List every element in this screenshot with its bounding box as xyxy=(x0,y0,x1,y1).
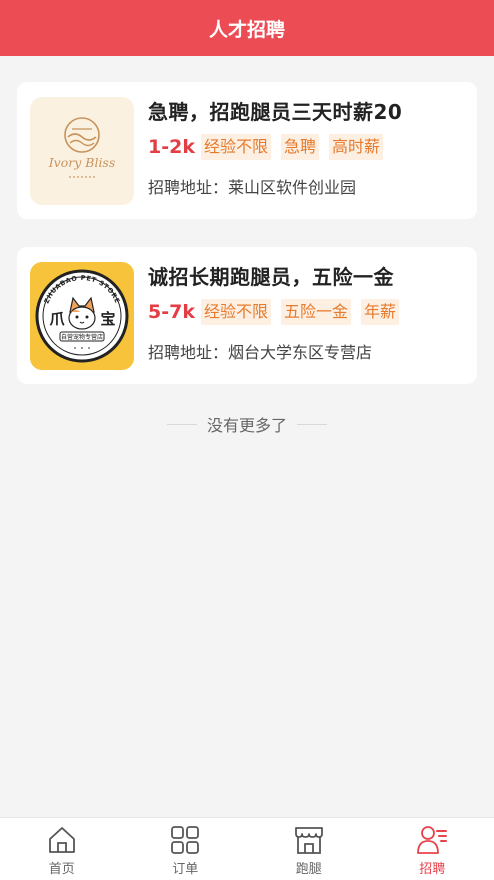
zhuabao-logo-ribbon: 自营宠物专营店 xyxy=(61,333,103,341)
zhuabao-pet-store-logo: ZHUABAO PET STORE 爪 宝 自营宠物专营店 xyxy=(30,262,134,370)
top-navigation-bar: 人才招聘 xyxy=(0,0,494,56)
address-label: 招聘地址： xyxy=(148,178,229,197)
tab-label: 跑腿 xyxy=(295,862,322,877)
ivory-bliss-logo-text: Ivory Bliss xyxy=(48,155,116,170)
divider xyxy=(297,423,327,425)
tab-label: 订单 xyxy=(172,862,199,877)
job-tag: 五险一金 xyxy=(280,299,351,325)
address-value: 烟台大学东区专营店 xyxy=(228,343,373,362)
tab-label: 招聘 xyxy=(419,862,446,877)
home-icon xyxy=(48,827,75,853)
page-title: 人才招聘 xyxy=(208,18,285,41)
job-card[interactable]: ZHUABAO PET STORE 爪 宝 自营宠物专营店 诚招长期跑腿员，五险… xyxy=(17,247,477,384)
no-more-text: 没有更多了 xyxy=(206,416,287,435)
salary: 5-7k xyxy=(148,301,195,323)
tab-label: 首页 xyxy=(48,862,75,877)
tab-orders[interactable]: 订单 xyxy=(124,818,248,880)
job-title: 急聘，招跑腿员三天时薪20 xyxy=(148,100,403,124)
job-card[interactable]: Ivory Bliss 急聘，招跑腿员三天时薪20 1-2k 经验不限 急聘 高… xyxy=(17,82,477,219)
address-label: 招聘地址： xyxy=(148,343,229,362)
job-tags: 5-7k 经验不限 五险一金 年薪 xyxy=(148,299,409,325)
job-tag: 高时薪 xyxy=(329,134,384,160)
tab-recruitment[interactable]: 招聘 xyxy=(371,818,494,880)
no-more-indicator: 没有更多了 xyxy=(0,412,494,436)
address-value: 莱山区软件创业园 xyxy=(228,178,357,197)
shop-icon xyxy=(294,827,323,854)
job-address: 招聘地址： 烟台大学东区专营店 xyxy=(148,339,372,363)
job-tag: 经验不限 xyxy=(200,134,271,160)
tab-home[interactable]: 首页 xyxy=(0,818,124,880)
divider xyxy=(166,423,197,425)
ivory-bliss-logo: Ivory Bliss xyxy=(30,97,134,205)
job-tag: 急聘 xyxy=(280,134,319,160)
job-address: 招聘地址： 莱山区软件创业园 xyxy=(148,174,356,198)
user-list-icon xyxy=(417,826,448,854)
salary: 1-2k xyxy=(148,136,195,158)
zhuabao-logo-char: 宝 xyxy=(100,310,115,328)
zhuabao-logo-char: 爪 xyxy=(49,310,65,328)
job-tag: 经验不限 xyxy=(200,299,271,325)
job-title: 诚招长期跑腿员，五险一金 xyxy=(148,265,394,289)
tab-errands[interactable]: 跑腿 xyxy=(247,818,371,880)
job-tags: 1-2k 经验不限 急聘 高时薪 xyxy=(148,134,393,160)
job-tag: 年薪 xyxy=(361,299,400,325)
grid-icon xyxy=(171,826,200,854)
bottom-tab-bar: 首页 订单 跑腿 招聘 xyxy=(0,817,494,880)
